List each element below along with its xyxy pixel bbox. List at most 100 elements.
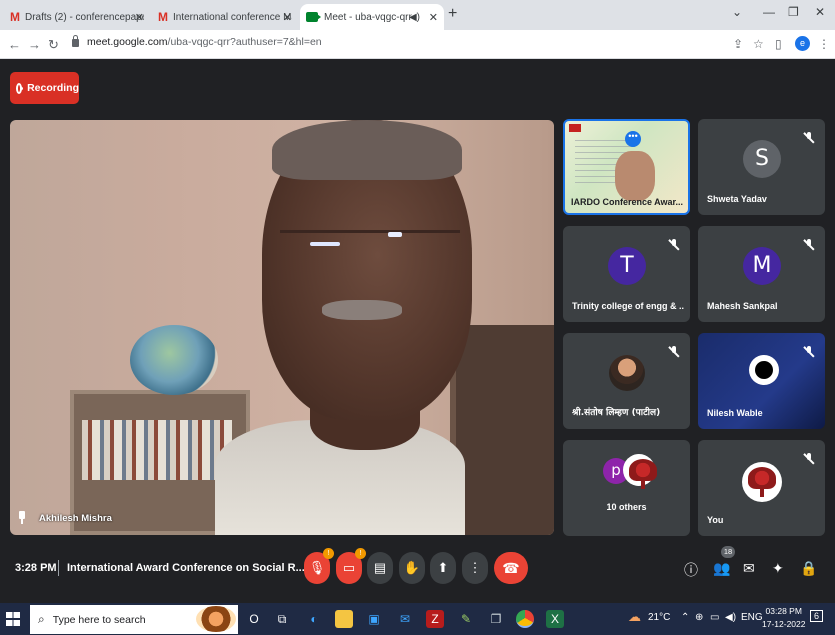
taskbar-clock[interactable]: 03:28 PM 17-12-2022 bbox=[762, 605, 805, 631]
show-hidden-icons[interactable]: ⌃ bbox=[681, 612, 689, 623]
participant-tile[interactable]: M Mahesh Sankpal bbox=[698, 226, 825, 322]
participant-name: श्री.संतोष लिम्हण (पाटील) bbox=[572, 408, 661, 418]
share-icon[interactable]: ⇪ bbox=[733, 37, 743, 51]
tab-label: International conference Mail bbox=[173, 11, 292, 23]
more-vert-icon: ⋮ bbox=[468, 560, 482, 575]
close-icon[interactable]: ✕ bbox=[429, 11, 438, 24]
forward-icon[interactable]: → bbox=[28, 37, 41, 52]
more-options-button[interactable]: ⋮ bbox=[462, 552, 488, 584]
activities-icon[interactable]: ✦ bbox=[772, 560, 784, 577]
avatar: T bbox=[608, 247, 646, 285]
reload-icon[interactable]: ↻ bbox=[48, 37, 59, 53]
meet-control-bar: 3:28 PM International Award Conference o… bbox=[0, 540, 835, 598]
end-call-button[interactable]: ☎ bbox=[494, 552, 528, 584]
battery-icon[interactable]: ▭ bbox=[710, 612, 719, 623]
participant-name: Nilesh Wable bbox=[707, 408, 763, 418]
mic-off-icon bbox=[669, 239, 679, 251]
participant-name: Trinity college of engg & ... bbox=[572, 301, 684, 311]
raise-hand-button[interactable]: ✋ bbox=[399, 552, 425, 584]
tab-label: Drafts (2) - conferencepaper626 bbox=[25, 11, 144, 23]
volume-icon[interactable]: ◀) bbox=[725, 612, 736, 623]
file-explorer-icon[interactable] bbox=[335, 610, 353, 628]
participant-tile-presentation[interactable]: ••• IARDO Conference Awar... bbox=[563, 119, 690, 215]
windows-start-icon[interactable] bbox=[6, 612, 20, 626]
others-tile[interactable]: p 10 others bbox=[563, 440, 690, 536]
chat-icon[interactable]: ✉ bbox=[743, 560, 755, 577]
recording-label: Recording bbox=[27, 82, 79, 94]
people-icon[interactable]: 👥 bbox=[713, 560, 730, 577]
maximize-icon[interactable]: ❐ bbox=[788, 5, 799, 19]
participant-tile[interactable]: S Shweta Yadav bbox=[698, 119, 825, 215]
recording-indicator[interactable]: Recording bbox=[10, 72, 79, 104]
back-icon[interactable]: ← bbox=[8, 37, 21, 52]
minimize-icon[interactable]: — bbox=[763, 5, 775, 19]
profile-avatar[interactable]: e bbox=[795, 36, 810, 51]
app-icon[interactable]: ✎ bbox=[457, 610, 475, 628]
glasses-glare bbox=[310, 242, 340, 246]
self-tile[interactable]: You bbox=[698, 440, 825, 536]
main-speaker-video[interactable]: Akhilesh Mishra bbox=[10, 120, 554, 535]
filezilla-icon[interactable]: Z bbox=[426, 610, 444, 628]
url-host: meet.google.com bbox=[87, 36, 168, 48]
mic-toggle-button[interactable]: 🎙 ! bbox=[304, 548, 334, 584]
search-highlight-image[interactable] bbox=[196, 606, 236, 632]
url-field[interactable]: meet.google.com /uba-vqgc-qrr?authuser=7… bbox=[72, 35, 322, 48]
chrome-icon[interactable] bbox=[516, 610, 534, 628]
cortana-icon[interactable]: O bbox=[245, 610, 263, 628]
close-window-icon[interactable]: ✕ bbox=[815, 5, 825, 19]
new-tab-button[interactable]: + bbox=[448, 5, 457, 23]
task-view-icon[interactable]: ⧉ bbox=[273, 610, 291, 628]
participant-name: You bbox=[707, 515, 724, 525]
language-indicator[interactable]: ENG bbox=[741, 612, 763, 623]
search-placeholder: Type here to search bbox=[52, 613, 146, 626]
store-icon[interactable]: ▣ bbox=[365, 610, 383, 628]
tab-international-conference[interactable]: M International conference Mail ✕ bbox=[152, 4, 298, 30]
edge-icon[interactable]: ◐ bbox=[305, 610, 323, 628]
side-panel-icon[interactable]: ▯ bbox=[775, 37, 782, 51]
warning-badge: ! bbox=[355, 548, 366, 559]
notes-icon[interactable]: ❐ bbox=[487, 610, 505, 628]
captions-icon: ▤ bbox=[373, 560, 387, 575]
books bbox=[82, 420, 232, 480]
bookmark-star-icon[interactable]: ☆ bbox=[753, 37, 764, 51]
close-icon[interactable]: ✕ bbox=[283, 11, 292, 24]
participant-tile[interactable]: श्री.संतोष लिम्हण (पाटील) bbox=[563, 333, 690, 429]
windows-taskbar: ⌕ Type here to search O ⧉ ◐ ▣ ✉ Z ✎ ❐ X … bbox=[0, 603, 835, 635]
cabinet bbox=[450, 325, 554, 535]
divider bbox=[58, 560, 59, 576]
notification-center-icon[interactable]: 6 bbox=[810, 610, 824, 622]
network-icon[interactable]: ⊕ bbox=[695, 612, 703, 623]
present-button[interactable]: ⬆ bbox=[430, 552, 456, 584]
speaker-icon[interactable]: ◀) bbox=[409, 12, 420, 23]
info-icon[interactable]: ⓘ bbox=[684, 560, 698, 580]
temperature[interactable]: 21°C bbox=[648, 612, 670, 623]
participant-name: Mahesh Sankpal bbox=[707, 301, 778, 311]
pin-icon[interactable] bbox=[18, 511, 26, 524]
tab-drafts[interactable]: M Drafts (2) - conferencepaper626 ✕ bbox=[4, 4, 150, 30]
captions-button[interactable]: ▤ bbox=[367, 552, 393, 584]
participant-tile[interactable]: T Trinity college of engg & ... bbox=[563, 226, 690, 322]
hand-icon: ✋ bbox=[403, 560, 421, 575]
camera-toggle-button[interactable]: ▭ ! bbox=[336, 548, 366, 584]
excel-icon[interactable]: X bbox=[546, 610, 564, 628]
tab-meet[interactable]: Meet - uba-vqgc-qrr ◀) ✕ bbox=[300, 4, 444, 30]
browser-tabstrip: M Drafts (2) - conferencepaper626 ✕ M In… bbox=[0, 0, 835, 30]
presenter-face bbox=[615, 151, 655, 201]
participant-name: Shweta Yadav bbox=[707, 194, 767, 204]
mail-icon[interactable]: ✉ bbox=[396, 610, 414, 628]
host-controls-icon[interactable]: 🔒 bbox=[800, 560, 817, 577]
speaker-hair bbox=[272, 120, 462, 180]
avatar: M bbox=[743, 247, 781, 285]
search-icon: ⌕ bbox=[38, 612, 45, 626]
weather-icon: ☁ bbox=[628, 609, 641, 624]
close-icon[interactable]: ✕ bbox=[135, 11, 144, 24]
menu-icon[interactable]: ⋮ bbox=[818, 37, 830, 51]
more-options-icon[interactable]: ••• bbox=[625, 131, 641, 147]
tab-search-icon[interactable]: ⌄ bbox=[732, 5, 742, 19]
gmail-icon: M bbox=[10, 10, 20, 24]
speaker-glasses bbox=[280, 230, 460, 260]
avatar-photo bbox=[609, 355, 645, 391]
mic-off-icon bbox=[804, 346, 814, 358]
clock-date: 17-12-2022 bbox=[762, 619, 806, 629]
participant-tile[interactable]: Nilesh Wable bbox=[698, 333, 825, 429]
